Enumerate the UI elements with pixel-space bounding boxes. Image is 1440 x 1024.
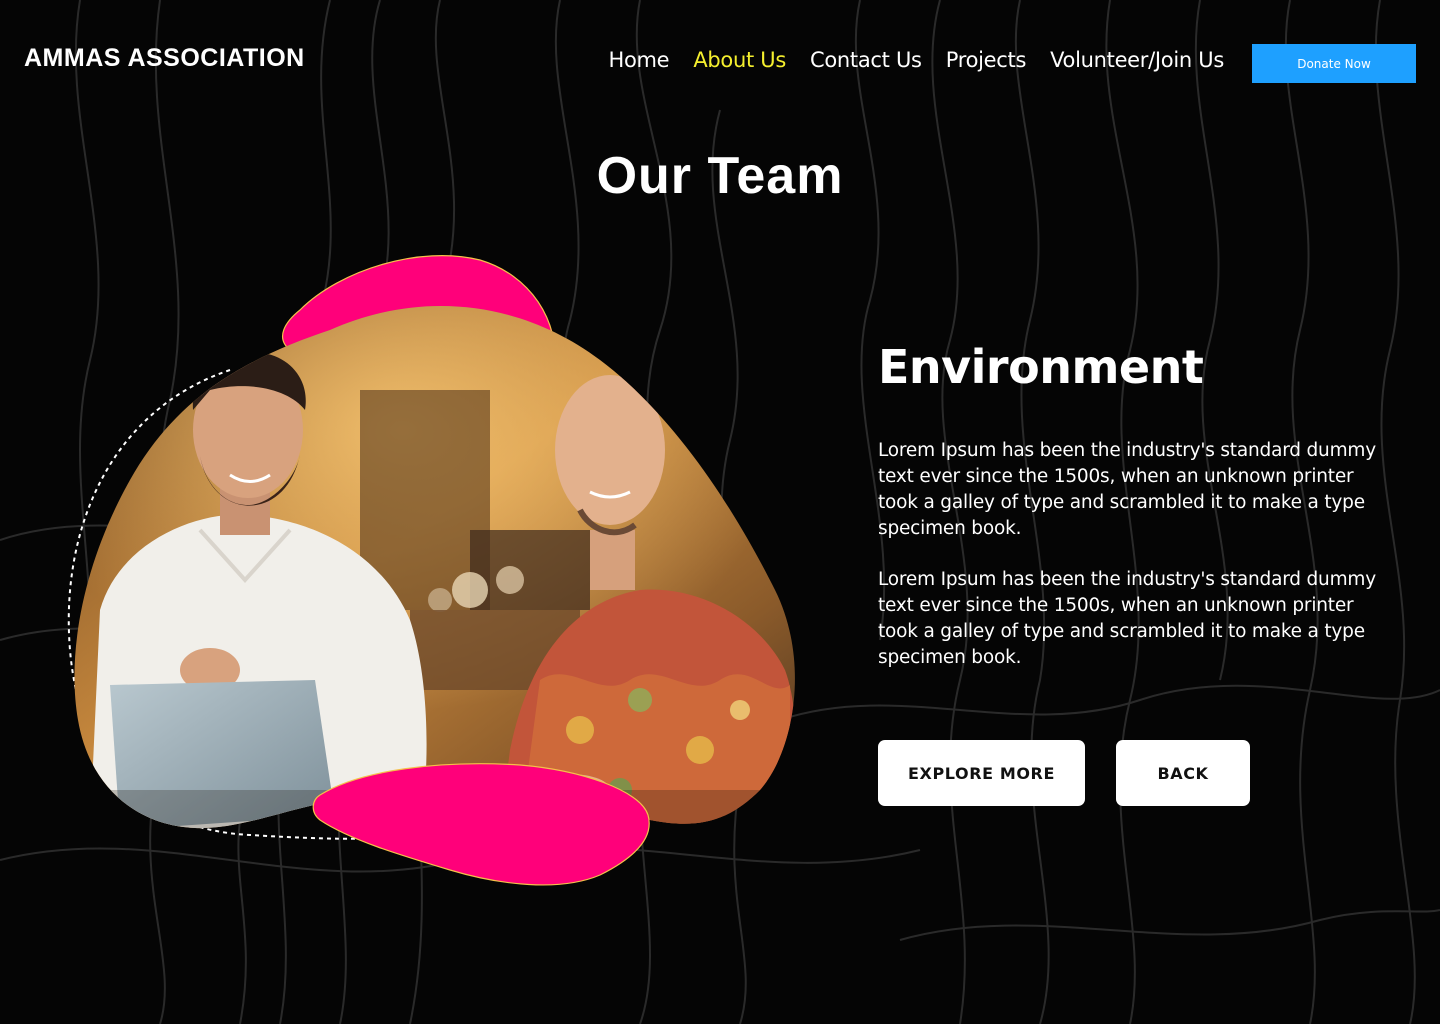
- team-photo-illustration: [67, 255, 795, 886]
- team-image-composition: [0, 230, 820, 910]
- site-header: AMMAS ASSOCIATION Home About Us Contact …: [0, 0, 1440, 120]
- donate-button[interactable]: Donate Now: [1252, 44, 1416, 83]
- environment-section: Environment Lorem Ipsum has been the ind…: [878, 340, 1398, 671]
- paragraph-2: Lorem Ipsum has been the industry's stan…: [878, 569, 1376, 668]
- nav-projects[interactable]: Projects: [946, 48, 1027, 72]
- explore-more-button[interactable]: EXPLORE MORE: [878, 740, 1085, 806]
- brand-logo[interactable]: AMMAS ASSOCIATION: [24, 44, 305, 73]
- nav-contact-us[interactable]: Contact Us: [810, 48, 922, 72]
- main-nav: Home About Us Contact Us Projects Volunt…: [608, 48, 1224, 72]
- paragraph-1: Lorem Ipsum has been the industry's stan…: [878, 440, 1376, 539]
- action-buttons: EXPLORE MORE BACK: [878, 740, 1250, 806]
- page: AMMAS ASSOCIATION Home About Us Contact …: [0, 0, 1440, 1024]
- back-button[interactable]: BACK: [1116, 740, 1250, 806]
- nav-home[interactable]: Home: [608, 48, 669, 72]
- section-title: Environment: [878, 340, 1204, 394]
- nav-about-us[interactable]: About Us: [693, 48, 786, 72]
- nav-volunteer-join-us[interactable]: Volunteer/Join Us: [1050, 48, 1224, 72]
- page-title: Our Team: [596, 147, 844, 205]
- pink-blob-bottom: [312, 763, 650, 886]
